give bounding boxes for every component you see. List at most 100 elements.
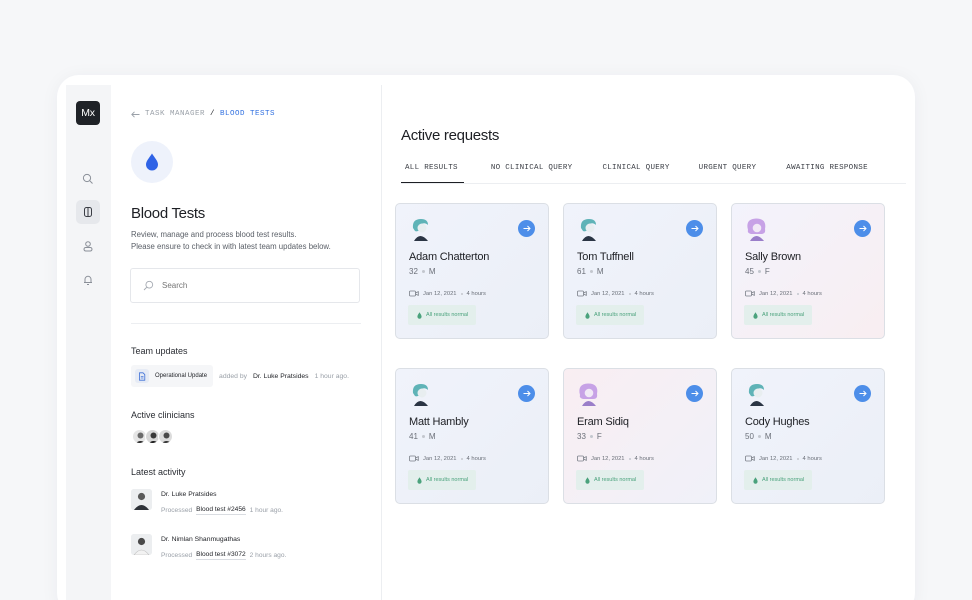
status-badge: All results normal xyxy=(576,305,645,325)
breadcrumb-parent[interactable]: TASK MANAGER xyxy=(145,110,205,118)
arrow-right-icon xyxy=(691,225,699,232)
operational-update-chip[interactable]: Operational Update xyxy=(131,365,214,387)
patient-age: 61 xyxy=(577,267,586,276)
video-icon xyxy=(409,455,419,462)
user-icon xyxy=(83,241,93,252)
patient-card[interactable]: Sally Brown 45 F Jan 12, 2021 4 hours All … xyxy=(731,203,885,339)
request-info: Jan 12, 2021 4 hours xyxy=(745,455,822,462)
patient-sex: M xyxy=(596,267,604,276)
drop-icon xyxy=(417,311,422,319)
panel-divider xyxy=(381,85,382,600)
request-duration: 4 hours xyxy=(634,455,654,462)
video-icon xyxy=(409,290,419,297)
section-divider xyxy=(131,323,361,324)
patient-name: Eram Sidiq xyxy=(577,416,629,428)
status-text: All results normal xyxy=(426,477,469,483)
patient-card[interactable]: Eram Sidiq 33 F Jan 12, 2021 4 hours All r… xyxy=(563,368,717,504)
video-icon xyxy=(745,290,755,297)
status-text: All results normal xyxy=(594,477,637,483)
breadcrumb-separator: / xyxy=(210,110,216,118)
rail-user-button[interactable] xyxy=(76,234,100,258)
clinician-avatar-group[interactable] xyxy=(132,429,173,444)
open-arrow-button[interactable] xyxy=(686,385,703,402)
request-date: Jan 12, 2021 xyxy=(423,455,457,462)
open-arrow-button[interactable] xyxy=(518,220,535,237)
drop-icon xyxy=(585,311,590,319)
open-arrow-button[interactable] xyxy=(686,220,703,237)
status-text: All results normal xyxy=(762,477,805,483)
app-logo[interactable]: Mx xyxy=(76,101,100,125)
document-icon xyxy=(135,369,149,383)
patient-card[interactable]: Cody Hughes 50 M Jan 12, 2021 4 hours All … xyxy=(731,368,885,504)
patient-age: 33 xyxy=(577,432,586,441)
open-arrow-button[interactable] xyxy=(854,220,871,237)
rail-search-button[interactable] xyxy=(76,167,100,191)
patient-demographics: 50 M xyxy=(745,432,772,441)
rail-notifications-button[interactable] xyxy=(76,268,100,292)
status-badge: All results normal xyxy=(408,305,477,325)
request-info: Jan 12, 2021 4 hours xyxy=(409,290,486,297)
status-badge: All results normal xyxy=(408,470,477,490)
bell-icon xyxy=(84,275,92,285)
update-time: 1 hour ago. xyxy=(314,372,349,380)
request-info: Jan 12, 2021 4 hours xyxy=(577,455,654,462)
status-badge: All results normal xyxy=(744,305,813,325)
latest-activity-heading: Latest activity xyxy=(131,467,186,477)
patient-card[interactable]: Matt Hambly 41 M Jan 12, 2021 4 hours All … xyxy=(395,368,549,504)
patient-card[interactable]: Tom Tuffnell 61 M Jan 12, 2021 4 hours All… xyxy=(563,203,717,339)
rail-tests-button[interactable] xyxy=(76,200,100,224)
status-badge: All results normal xyxy=(744,470,813,490)
patient-age: 32 xyxy=(409,267,418,276)
status-badge: All results normal xyxy=(576,470,645,490)
blood-drop-icon xyxy=(146,153,158,171)
patient-sex: M xyxy=(764,432,772,441)
page-title: Blood Tests xyxy=(131,205,205,222)
clinician-avatar[interactable] xyxy=(158,429,173,444)
male-avatar-icon xyxy=(412,219,428,241)
video-icon xyxy=(577,290,587,297)
activity-action: Processed xyxy=(161,507,193,514)
patient-sex: M xyxy=(428,432,436,441)
drop-icon xyxy=(417,476,422,484)
arrow-right-icon xyxy=(859,390,867,397)
back-arrow-icon[interactable] xyxy=(131,110,140,118)
patient-sex: M xyxy=(428,267,436,276)
activity-item[interactable]: Dr. Nimlan Shanmugathas Processed Blood … xyxy=(131,534,286,560)
drop-icon xyxy=(585,476,590,484)
activity-item[interactable]: Dr. Luke Pratsides Processed Blood test … xyxy=(131,489,283,515)
patient-name: Matt Hambly xyxy=(409,416,469,428)
arrow-right-icon xyxy=(859,225,867,232)
search-box[interactable] xyxy=(130,268,360,303)
tab-no-clinical-query[interactable]: NO CLINICAL QUERY xyxy=(491,157,573,184)
tests-icon xyxy=(84,207,92,217)
patient-name: Tom Tuffnell xyxy=(577,251,634,263)
open-arrow-button[interactable] xyxy=(518,385,535,402)
request-info: Jan 12, 2021 4 hours xyxy=(745,290,822,297)
patient-age: 41 xyxy=(409,432,418,441)
request-tabs: ALL RESULTS NO CLINICAL QUERY CLINICAL Q… xyxy=(401,157,868,184)
video-icon xyxy=(745,455,755,462)
page-description-line: Review, manage and process blood test re… xyxy=(131,230,297,239)
search-icon xyxy=(143,280,154,291)
patient-card[interactable]: Adam Chatterton 32 M Jan 12, 2021 4 hours … xyxy=(395,203,549,339)
tab-awaiting-response[interactable]: AWAITING RESPONSE xyxy=(786,157,868,184)
female-avatar-icon xyxy=(579,383,598,406)
update-author[interactable]: Dr. Luke Pratsides xyxy=(253,373,309,380)
activity-clinician-name: Dr. Nimlan Shanmugathas xyxy=(161,536,241,543)
search-input[interactable] xyxy=(162,281,342,290)
activity-action: Processed xyxy=(161,552,193,559)
activity-time: 2 hours ago. xyxy=(249,552,287,559)
tab-all-results[interactable]: ALL RESULTS xyxy=(401,157,464,184)
female-avatar-icon xyxy=(747,218,766,241)
tab-urgent-query[interactable]: URGENT QUERY xyxy=(699,157,757,184)
breadcrumb-current: BLOOD TESTS xyxy=(220,110,276,118)
active-clinicians-heading: Active clinicians xyxy=(131,410,195,420)
patient-demographics: 33 F xyxy=(577,432,602,441)
left-panel: TASK MANAGER / BLOOD TESTS Blood Tests R… xyxy=(111,75,381,600)
open-arrow-button[interactable] xyxy=(854,385,871,402)
patient-demographics: 41 M xyxy=(409,432,436,441)
activity-test-link[interactable]: Blood test #2456 xyxy=(196,506,246,515)
team-update-item: Operational Update added by Dr. Luke Pra… xyxy=(131,365,349,387)
activity-test-link[interactable]: Blood test #3072 xyxy=(196,551,246,560)
tab-clinical-query[interactable]: CLINICAL QUERY xyxy=(602,157,669,184)
